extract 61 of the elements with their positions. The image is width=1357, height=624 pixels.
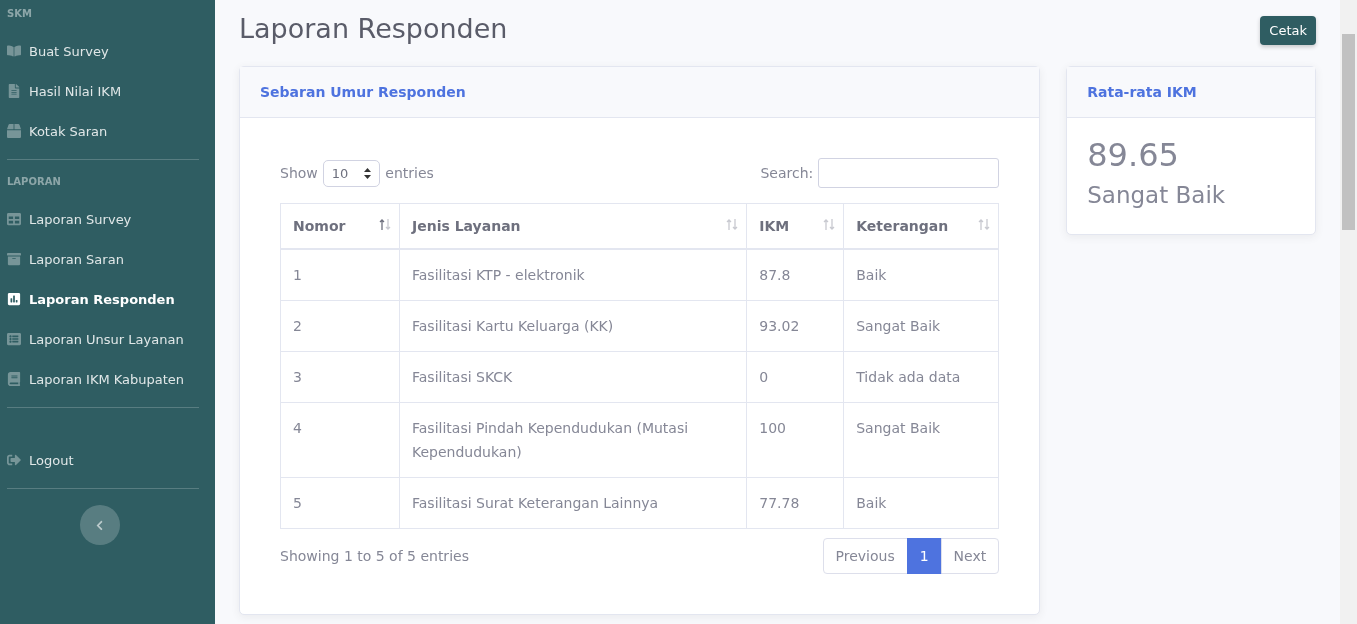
entries-label: entries <box>385 165 434 181</box>
table-cell: 5 <box>293 495 302 511</box>
sidebar-item[interactable]: Laporan Saran <box>0 239 199 279</box>
sidebar-item[interactable]: Laporan IKM Kabupaten <box>0 359 199 399</box>
rating-text: Sangat Baik <box>1087 182 1227 208</box>
table-cell: 100 <box>759 420 786 436</box>
sidebar-item[interactable]: Laporan Responden <box>0 279 199 319</box>
logout-link[interactable]: Logout <box>0 440 199 480</box>
table-cell: Baik <box>856 267 887 283</box>
search-field[interactable] <box>818 158 1000 188</box>
table-cell: Sangat Baik <box>856 318 941 334</box>
table-cell: 77.78 <box>759 495 800 511</box>
scrollbar[interactable] <box>1340 0 1357 624</box>
up-down-icon <box>364 167 372 179</box>
pagination-button[interactable]: 1 <box>906 538 942 574</box>
column-header[interactable]: Nomor <box>293 218 346 234</box>
search-label: Search: <box>760 165 814 181</box>
document-icon <box>7 84 21 98</box>
sidebar-item[interactable]: Hasil Nilai IKM <box>0 71 199 111</box>
sidebar-heading: LAPORAN <box>6 175 62 187</box>
table-cell: 87.8 <box>759 267 791 283</box>
table-cell: Fasilitasi SKCK <box>412 369 513 385</box>
book-icon <box>7 44 21 58</box>
table-cell: Sangat Baik <box>856 420 941 436</box>
table-cell: 2 <box>293 318 302 334</box>
bar-chart-icon <box>7 292 21 306</box>
table-cell: 3 <box>293 369 302 385</box>
sidebar-item[interactable]: Kotak Saran <box>0 111 199 151</box>
table-cell: 1 <box>293 267 302 283</box>
show-label: Show <box>280 165 318 181</box>
sidebar-heading: SKM <box>6 7 33 19</box>
table-cell: Fasilitasi Surat Keterangan Lainnya <box>412 495 659 511</box>
table-cell: Tidak ada data <box>856 369 961 385</box>
chevron-left-icon <box>94 519 105 531</box>
card-title: Sebaran Umur Responden <box>240 67 1040 118</box>
sort-icon[interactable] <box>379 218 391 231</box>
table-info: Showing 1 to 5 of 5 entries <box>280 548 469 564</box>
table-cell: Baik <box>856 495 887 511</box>
list-icon <box>7 332 21 346</box>
book-icon <box>7 372 21 386</box>
column-header[interactable]: Jenis Layanan <box>412 218 521 234</box>
sidebar-item[interactable]: Buat Survey <box>0 31 199 71</box>
table-cell: Fasilitasi KTP - elektronik <box>412 267 585 283</box>
sidebar-item[interactable]: Laporan Survey <box>0 199 199 239</box>
table-cell: Fasilitasi Pindah Kependudukan (Mutasi Kependudukan) <box>412 420 689 460</box>
table-cell: Fasilitasi Kartu Keluarga (KK) <box>412 318 614 334</box>
table-cell: 0 <box>759 369 769 385</box>
logout-icon <box>7 453 21 467</box>
print-button[interactable]: Cetak <box>1260 16 1316 45</box>
card-title: Rata-rata IKM <box>1067 67 1315 118</box>
sidebar-item[interactable]: Laporan Unsur Layanan <box>0 319 199 359</box>
table-cell: 4 <box>293 420 302 436</box>
box-icon <box>7 124 21 138</box>
sidebar-toggle-button[interactable] <box>79 505 120 545</box>
entries-select[interactable]: 10 <box>322 159 381 187</box>
page-title: Laporan Responden <box>239 12 508 46</box>
table-cell: 93.02 <box>759 318 800 334</box>
table-icon <box>7 212 21 226</box>
archive-icon <box>7 252 21 266</box>
average-value: 89.65 <box>1087 136 1180 174</box>
column-header[interactable]: IKM <box>759 218 790 234</box>
